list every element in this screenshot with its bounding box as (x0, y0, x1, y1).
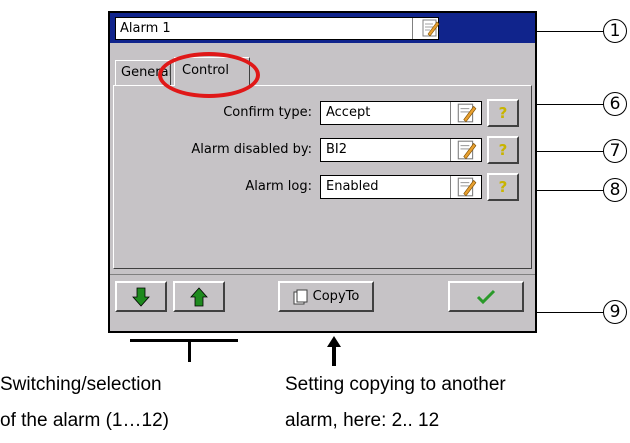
alarm-name-text: Alarm 1 (120, 21, 171, 36)
alarm-log-value: Enabled (326, 179, 379, 194)
edit-icon[interactable] (455, 176, 477, 198)
callout-line (537, 190, 605, 191)
bracket-stem (188, 339, 191, 362)
previous-alarm-button[interactable] (115, 281, 167, 312)
caption-right-line1: Setting copying to another (285, 374, 506, 395)
alarm-disabled-by-label: Alarm disabled by: (191, 142, 312, 157)
help-button[interactable]: ? (487, 99, 519, 127)
confirm-type-value: Accept (326, 105, 371, 120)
question-icon: ? (498, 178, 508, 196)
bottom-toolbar: CopyTo (110, 274, 535, 331)
bracket-line (130, 339, 238, 342)
confirm-type-label: Confirm type: (223, 105, 312, 120)
edit-icon[interactable] (455, 102, 477, 124)
arrow-down-icon (132, 287, 150, 307)
checkmark-icon (476, 289, 496, 304)
callout-line (537, 312, 605, 313)
help-button[interactable]: ? (487, 173, 519, 201)
callout-7: 7 (603, 139, 627, 163)
pointer-arrow-icon (327, 336, 341, 366)
ok-button[interactable] (448, 281, 524, 312)
alarm-log-label: Alarm log: (245, 179, 312, 194)
callout-line (537, 151, 605, 152)
help-button[interactable]: ? (487, 136, 519, 164)
alarm-disabled-by-value: BI2 (326, 142, 348, 157)
question-icon: ? (498, 141, 508, 159)
edit-icon[interactable] (420, 18, 440, 38)
arrow-up-icon (190, 286, 208, 306)
callout-line (537, 31, 605, 32)
tab-content-panel: Confirm type: Accept ? Alarm disabled by… (113, 85, 532, 269)
copy-to-label: CopyTo (312, 289, 360, 304)
callout-8: 8 (603, 178, 627, 202)
copy-to-button[interactable]: CopyTo (278, 281, 374, 312)
title-bar: Alarm 1 (110, 13, 535, 43)
callout-9: 9 (603, 300, 627, 324)
callout-6: 6 (603, 92, 627, 116)
caption-left-line2: of the alarm (1…12) (0, 410, 169, 431)
callout-1: 1 (603, 19, 627, 43)
question-icon: ? (498, 104, 508, 122)
caption-right-line2: alarm, here: 2.. 12 (285, 410, 440, 431)
highlight-circle (158, 52, 260, 98)
alarm-name-field[interactable]: Alarm 1 (115, 17, 439, 40)
next-alarm-button[interactable] (173, 281, 225, 312)
caption-left-line1: Switching/selection (0, 374, 162, 395)
edit-icon[interactable] (455, 139, 477, 161)
callout-line (537, 104, 605, 105)
copy-icon (293, 289, 308, 304)
